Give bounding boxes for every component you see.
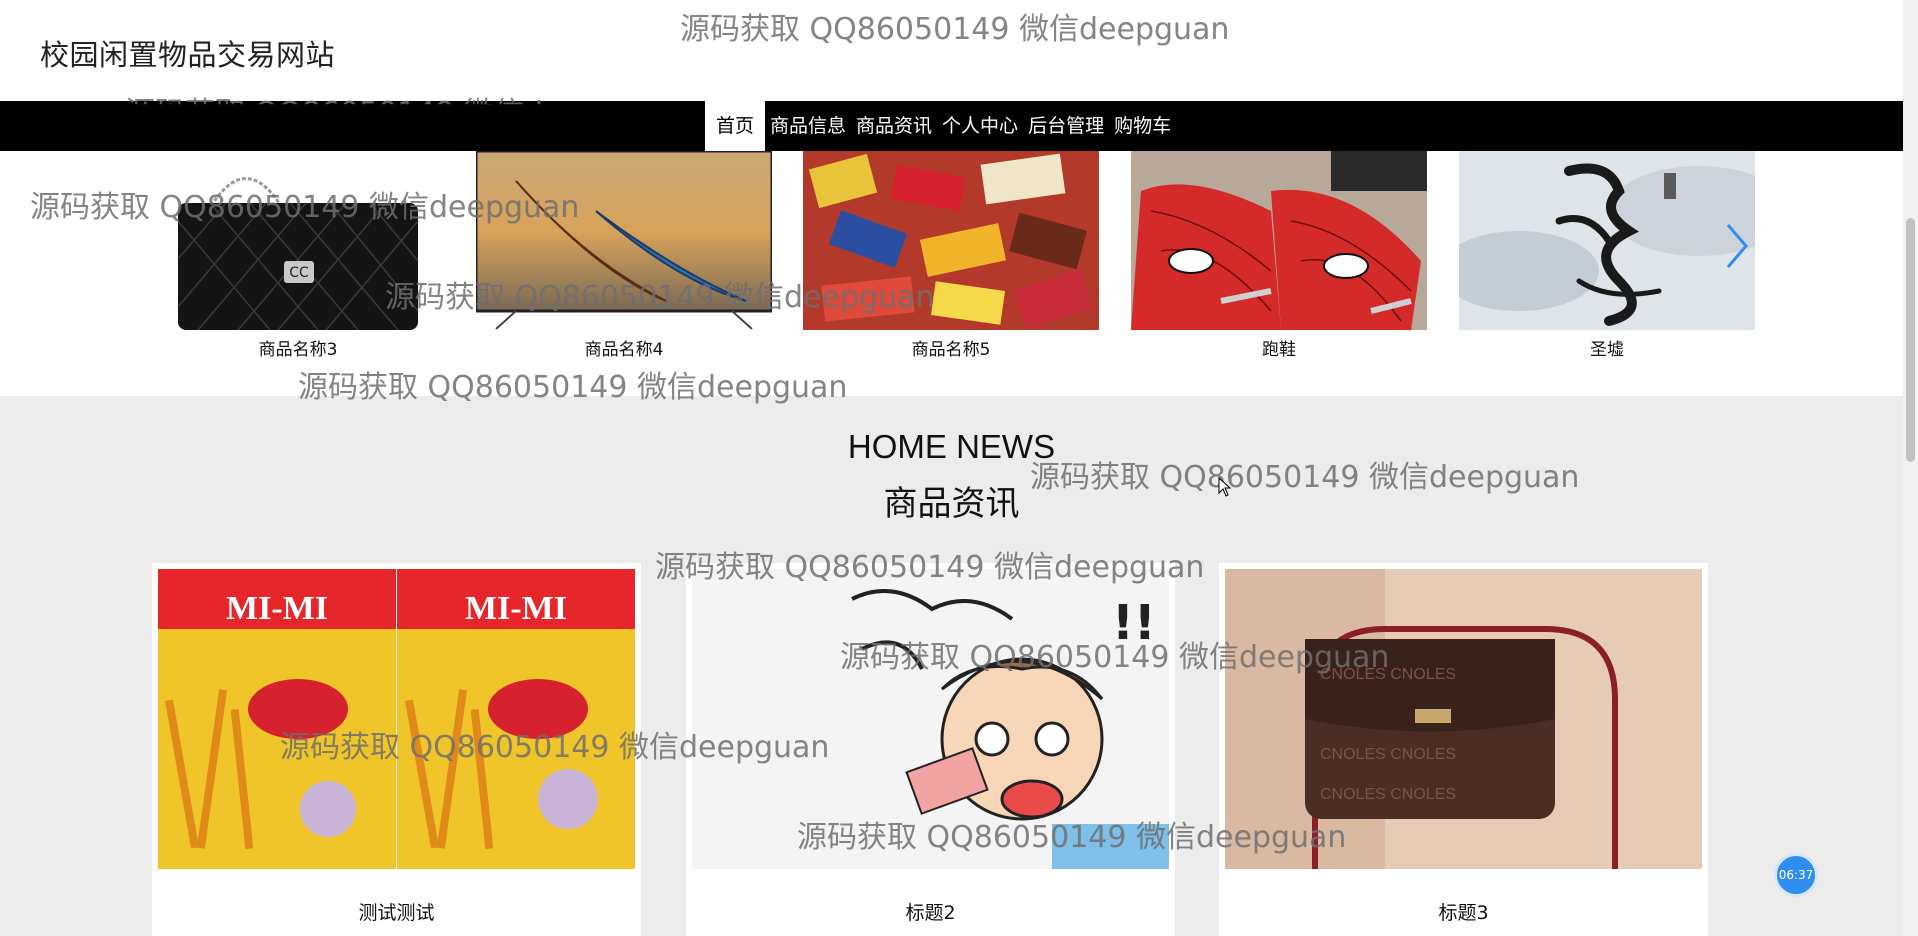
carousel-slide[interactable]: 圣墟 bbox=[1459, 151, 1755, 360]
chevron-right-icon bbox=[1726, 224, 1748, 268]
svg-text:CNOLES CNOLES: CNOLES CNOLES bbox=[1320, 746, 1456, 763]
news-image: !! bbox=[692, 569, 1169, 869]
carousel-slide[interactable]: CC 商品名称3 bbox=[150, 151, 446, 360]
svg-text:!!: !! bbox=[1112, 595, 1156, 651]
nav-list: 首页 商品信息 商品资讯 个人中心 后台管理 购物车 bbox=[705, 101, 1176, 151]
carousel-caption: 商品名称4 bbox=[584, 340, 664, 360]
news-card[interactable]: !! 标题2 bbox=[686, 563, 1175, 936]
nav-item-admin[interactable]: 后台管理 bbox=[1023, 101, 1109, 151]
timer-badge[interactable]: 06:37 bbox=[1774, 853, 1818, 897]
main-navbar: 首页 商品信息 商品资讯 个人中心 后台管理 购物车 bbox=[0, 101, 1903, 151]
mouse-cursor-icon bbox=[1218, 477, 1232, 497]
news-title: 标题3 bbox=[1438, 902, 1489, 924]
carousel-caption: 商品名称5 bbox=[911, 340, 991, 360]
product-image: CC bbox=[150, 151, 446, 330]
svg-text:CNOLES CNOLES: CNOLES CNOLES bbox=[1320, 786, 1456, 803]
nav-item-home[interactable]: 首页 bbox=[705, 101, 766, 151]
nav-item-profile[interactable]: 个人中心 bbox=[937, 101, 1023, 151]
scrollbar-thumb[interactable] bbox=[1906, 218, 1915, 462]
product-image bbox=[1459, 151, 1755, 330]
carousel-caption: 商品名称3 bbox=[258, 340, 338, 360]
nav-item-cart[interactable]: 购物车 bbox=[1109, 101, 1176, 151]
news-title: 测试测试 bbox=[358, 902, 435, 924]
product-image bbox=[803, 151, 1099, 330]
site-header: 校园闲置物品交易网站 bbox=[0, 0, 1903, 101]
product-carousel: CC 商品名称3 商品名称4 商品名称5 跑鞋 圣墟 bbox=[0, 151, 1903, 396]
svg-text:MI-MI: MI-MI bbox=[226, 590, 328, 627]
nav-item-news[interactable]: 商品资讯 bbox=[851, 101, 937, 151]
svg-text:CNOLES CNOLES: CNOLES CNOLES bbox=[1320, 666, 1456, 683]
news-section-title-cn: 商品资讯 bbox=[883, 484, 1020, 524]
carousel-slide[interactable]: 跑鞋 bbox=[1131, 151, 1427, 360]
news-card[interactable]: CNOLES CNOLES CNOLES CNOLES CNOLES CNOLE… bbox=[1219, 563, 1708, 936]
nav-item-products[interactable]: 商品信息 bbox=[765, 101, 851, 151]
news-title: 标题2 bbox=[905, 902, 956, 924]
carousel-caption: 跑鞋 bbox=[1262, 340, 1296, 360]
product-image bbox=[476, 151, 772, 330]
news-image: CNOLES CNOLES CNOLES CNOLES CNOLES CNOLE… bbox=[1225, 569, 1702, 869]
page-scrollbar[interactable] bbox=[1903, 0, 1918, 936]
product-image bbox=[1131, 151, 1427, 330]
news-image: MI-MI MI-MI bbox=[158, 569, 635, 869]
carousel-next-button[interactable] bbox=[1722, 221, 1752, 271]
svg-text:MI-MI: MI-MI bbox=[465, 590, 567, 627]
carousel-caption: 圣墟 bbox=[1590, 340, 1624, 360]
svg-text:CC: CC bbox=[289, 265, 309, 281]
carousel-slide[interactable]: 商品名称4 bbox=[476, 151, 772, 360]
carousel-slide[interactable]: 商品名称5 bbox=[803, 151, 1099, 360]
news-section-title-en: HOME NEWS bbox=[847, 428, 1056, 465]
news-card[interactable]: MI-MI MI-MI 测试测试 bbox=[152, 563, 641, 936]
site-title[interactable]: 校园闲置物品交易网站 bbox=[40, 32, 335, 74]
